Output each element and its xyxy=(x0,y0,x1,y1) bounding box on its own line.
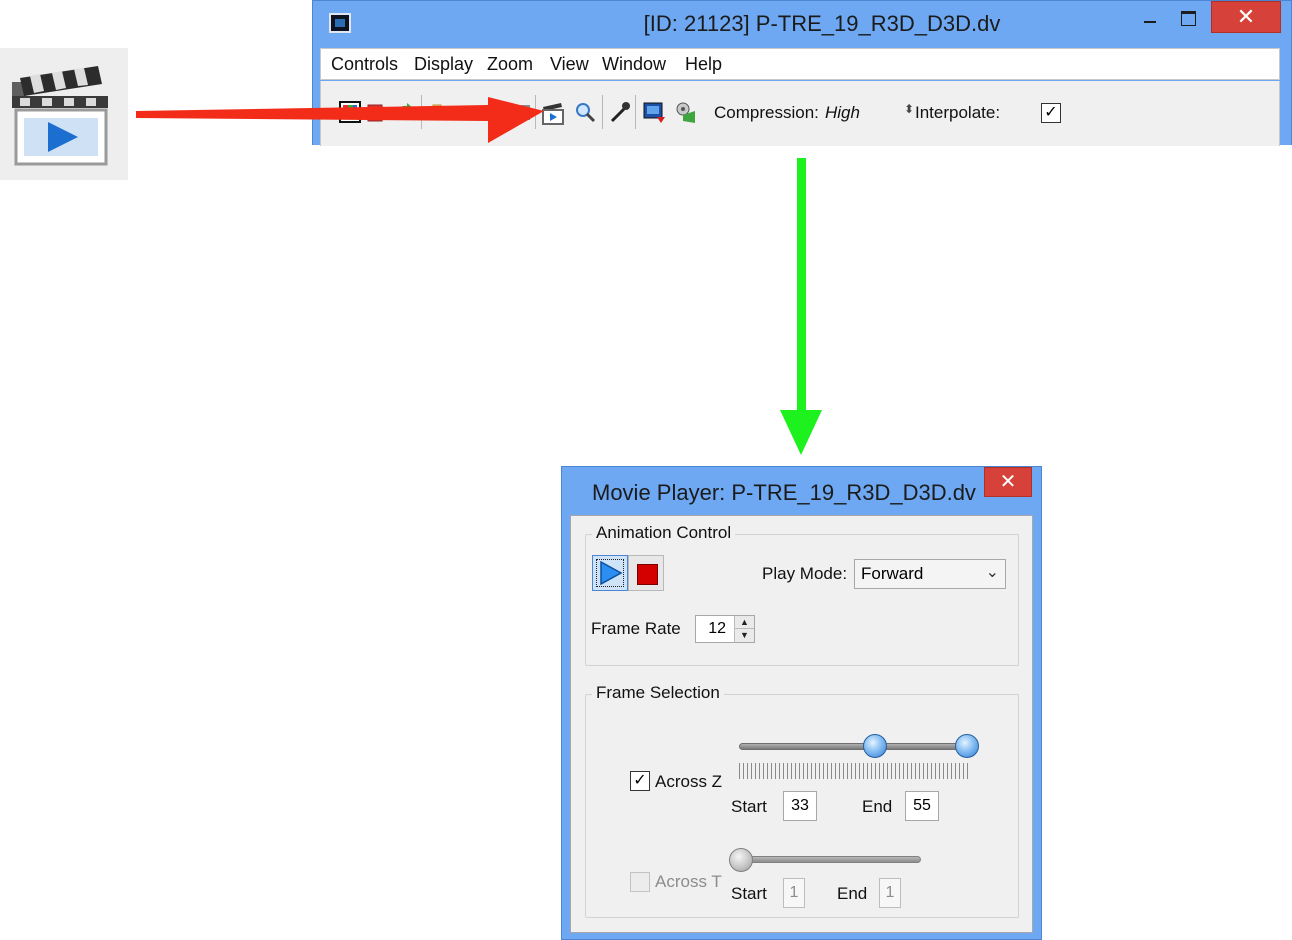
menu-bar: Controls Display Zoom View Window Help xyxy=(320,48,1280,80)
play-mode-label: Play Mode: xyxy=(762,564,848,583)
interpolate-checkbox[interactable]: ✓ xyxy=(1041,103,1061,123)
z-start-slider-handle[interactable] xyxy=(863,734,887,758)
across-z-label: Across Z xyxy=(655,772,723,791)
spin-up-icon[interactable]: ▲ xyxy=(735,616,754,629)
frame-rate-value: 12 xyxy=(708,620,726,637)
across-t-checkbox[interactable] xyxy=(630,872,650,892)
z-end-slider-handle[interactable] xyxy=(955,734,979,758)
toolbar: Compression: High ⬍ Interpolate: ✓ xyxy=(320,81,1280,146)
stop-button[interactable] xyxy=(628,555,664,591)
menu-help[interactable]: Help xyxy=(685,54,722,75)
record-icon[interactable] xyxy=(673,101,695,123)
frame-selection-label: Frame Selection xyxy=(592,683,724,703)
play-icon xyxy=(600,561,623,585)
animation-control-group: Animation Control Play Mode: Forward ⌄ F… xyxy=(585,523,1019,666)
menu-view[interactable]: View xyxy=(550,54,589,75)
eyedropper-icon[interactable] xyxy=(609,101,631,123)
title-bar: [ID: 21123] P-TRE_19_R3D_D3D.dv ✕ xyxy=(313,1,1291,47)
compression-value[interactable]: High xyxy=(825,103,860,123)
t-slider-handle[interactable] xyxy=(729,848,753,872)
z-tick-marks xyxy=(739,763,971,779)
z-start-label: Start xyxy=(731,797,767,816)
magnifier-icon[interactable] xyxy=(574,101,596,123)
play-mode-select[interactable]: Forward ⌄ xyxy=(854,559,1006,589)
maximize-button[interactable] xyxy=(1173,1,1203,31)
movie-player-title: Movie Player: P-TRE_19_R3D_D3D.dv xyxy=(592,480,976,505)
movie-player-close-button[interactable]: ✕ xyxy=(984,467,1032,497)
zoomed-movie-clapper-icon xyxy=(0,48,128,180)
movie-player-body: Animation Control Play Mode: Forward ⌄ F… xyxy=(570,515,1033,933)
z-range-track[interactable] xyxy=(739,743,977,750)
main-window: [ID: 21123] P-TRE_19_R3D_D3D.dv ✕ Contro… xyxy=(312,0,1292,146)
save-image-icon[interactable] xyxy=(643,101,665,123)
export-icon[interactable] xyxy=(366,101,388,123)
t-start-field[interactable]: 1 xyxy=(783,878,805,908)
spin-down-icon[interactable]: ▼ xyxy=(735,629,754,642)
compression-spinner-icon[interactable]: ⬍ xyxy=(904,103,914,115)
menu-controls[interactable]: Controls xyxy=(331,54,398,75)
across-t-label: Across T xyxy=(655,872,722,891)
menu-window[interactable]: Window xyxy=(602,54,666,75)
palette-icon[interactable] xyxy=(339,101,361,123)
frame-rate-stepper[interactable]: 12 ▲ ▼ xyxy=(695,615,755,643)
t-end-label: End xyxy=(837,884,868,903)
chevron-down-icon: ⌄ xyxy=(985,564,999,581)
folder-icon[interactable] xyxy=(431,101,453,123)
play-mode-value: Forward xyxy=(861,564,924,583)
minimize-button[interactable] xyxy=(1135,1,1165,31)
z-end-label: End xyxy=(862,797,893,816)
refresh-icon[interactable] xyxy=(393,101,415,123)
close-button[interactable]: ✕ xyxy=(1211,1,1281,33)
across-z-checkbox[interactable]: ✓ xyxy=(630,771,650,791)
animation-control-label: Animation Control xyxy=(592,523,736,543)
interpolate-label: Interpolate: xyxy=(915,103,1001,122)
t-range-track[interactable] xyxy=(735,856,921,863)
compression-label: Compression: xyxy=(714,103,819,122)
z-end-field[interactable]: 55 xyxy=(905,791,939,821)
menu-zoom[interactable]: Zoom xyxy=(487,54,533,75)
movie-player-window: Movie Player: P-TRE_19_R3D_D3D.dv ✕ Anim… xyxy=(561,466,1042,940)
menu-display[interactable]: Display xyxy=(414,54,473,75)
green-arrow xyxy=(780,158,822,455)
frame-rate-label: Frame Rate xyxy=(591,619,681,638)
play-button[interactable] xyxy=(592,555,628,591)
t-end-field[interactable]: 1 xyxy=(879,878,901,908)
z-start-field[interactable]: 33 xyxy=(783,791,817,821)
movie-player-button-icon[interactable] xyxy=(541,101,564,125)
t-start-label: Start xyxy=(731,884,767,903)
film-icon[interactable] xyxy=(509,101,531,123)
